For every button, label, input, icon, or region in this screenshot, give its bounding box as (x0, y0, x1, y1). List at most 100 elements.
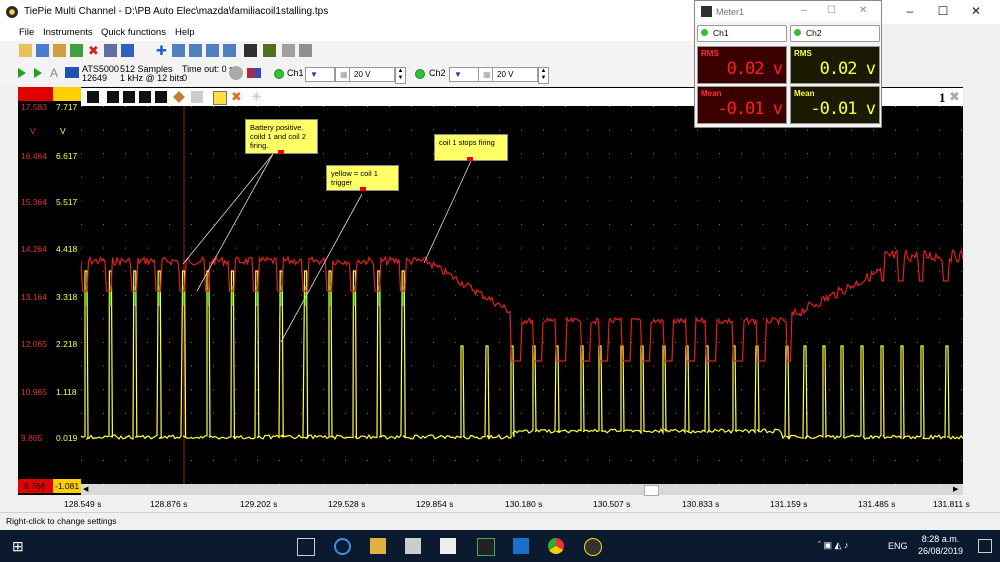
task-view-icon[interactable] (297, 538, 315, 556)
ch2-y-tick: 5.517 (56, 197, 78, 207)
open-folder-icon[interactable] (19, 44, 32, 57)
zoom-in-icon[interactable] (107, 91, 119, 103)
chart-icon[interactable] (172, 44, 185, 57)
x-tick: 130.507 s (593, 499, 631, 509)
chart-compare-icon[interactable] (223, 44, 236, 57)
mail-icon[interactable] (53, 44, 66, 57)
store-icon[interactable] (405, 538, 421, 554)
ch2-header-badge (53, 87, 81, 101)
ch2-y-tick: 6.617 (56, 151, 78, 161)
language-indicator[interactable]: ENG (888, 541, 908, 551)
x-tick: 129.854 s (416, 499, 454, 509)
annotation-note[interactable]: coil 1 stops firing (434, 134, 508, 161)
ch1-y-tick: 10.965 (21, 387, 47, 397)
module-icon[interactable] (263, 44, 276, 57)
settings-icon[interactable]: ✳ (251, 90, 262, 103)
mail-app-icon[interactable] (440, 538, 456, 554)
ch2-range-select[interactable]: 20 V (492, 67, 538, 82)
timeout-label: Time out: 0 s (182, 64, 234, 74)
edge-browser-icon[interactable] (334, 538, 351, 555)
waveform-plot[interactable] (81, 106, 963, 484)
annotation-handle[interactable] (360, 187, 366, 191)
ch2-coupling-icon: ▼ (454, 70, 462, 79)
tools-icon[interactable] (282, 44, 295, 57)
settings-icon[interactable] (121, 44, 134, 57)
instrument-icon[interactable] (244, 44, 257, 57)
windows-start-icon[interactable]: ⊞ (12, 538, 28, 554)
menu-file[interactable]: File (19, 27, 34, 38)
sample-rate-label[interactable]: 1 kHz @ 12 bits (120, 74, 184, 83)
annotation-text: yellow = coil 1 trigger (331, 169, 378, 187)
clock-time[interactable]: 8:28 a.m. (913, 534, 968, 544)
delete-icon[interactable]: ✖ (87, 44, 100, 57)
scroll-thumb[interactable] (644, 485, 659, 496)
ch1-mean-value: -0.01 v (717, 99, 783, 119)
file-explorer-icon[interactable] (370, 538, 386, 554)
ch1-range-stepper[interactable]: ▲ ▼ (395, 67, 406, 84)
meter-ch1-tab[interactable]: Ch1 (697, 25, 787, 42)
run-icon[interactable] (18, 68, 26, 78)
horizontal-scrollbar[interactable]: ◀ ▶ (81, 484, 963, 496)
scope-app-icon[interactable] (477, 538, 495, 556)
ch1-enable-icon[interactable] (274, 69, 284, 79)
config-icon[interactable] (299, 44, 312, 57)
annotation-note[interactable]: yellow = coil 1 trigger (326, 165, 399, 191)
instrument-device-icon[interactable] (65, 67, 79, 78)
chart-edit-icon[interactable] (206, 44, 219, 57)
add-icon[interactable]: ✚ (155, 44, 168, 57)
single-run-icon[interactable] (34, 68, 42, 78)
ch1-y-tick: 13.164 (21, 292, 47, 302)
maximize-button[interactable]: ☐ (933, 3, 953, 19)
system-tray-icons[interactable]: ˆ ▣ ◭ ♪ (818, 540, 848, 551)
auto-trigger-icon[interactable]: A (50, 66, 58, 80)
chrome-icon[interactable] (548, 538, 564, 554)
meter-title: Meter1 (716, 7, 745, 17)
zoom-fit-icon[interactable] (139, 91, 151, 103)
annotation-handle[interactable] (278, 150, 284, 154)
ch2-bottom-value: -1.081 (55, 481, 80, 491)
pencil-icon[interactable] (173, 91, 185, 103)
print-icon[interactable] (104, 44, 117, 57)
minimize-button[interactable]: – (900, 3, 920, 19)
refresh-icon[interactable] (70, 44, 83, 57)
chart-add-icon[interactable] (189, 44, 202, 57)
save-icon[interactable] (36, 44, 49, 57)
ch1-range-select[interactable]: 20 V (349, 67, 395, 82)
tiepie-app-icon[interactable] (584, 538, 602, 556)
ch2-status-icon (794, 29, 801, 36)
fullscreen-icon[interactable] (191, 91, 203, 103)
display-icon[interactable] (247, 68, 261, 78)
close-button[interactable]: ✕ (966, 3, 986, 19)
ch2-top-value: 7.717 (56, 102, 78, 112)
x-tick: 131.811 s (933, 499, 970, 509)
meter-window[interactable]: Meter1 – ☐ ✕ Ch1 Ch2 RMS 0.02 v RMS 0.02… (694, 0, 882, 128)
scroll-right-icon[interactable]: ▶ (953, 485, 958, 493)
meter-maximize-button[interactable]: ☐ (827, 5, 836, 16)
meter-close-button[interactable]: ✕ (859, 5, 867, 16)
clear-icon[interactable]: ✖ (231, 90, 242, 103)
menu-instruments[interactable]: Instruments (43, 27, 93, 38)
annotation-note[interactable]: Battery positive. coild 1 and coil 2 fir… (245, 119, 318, 154)
cursor-icon[interactable] (87, 91, 99, 103)
annotation-handle[interactable] (467, 157, 473, 161)
x-tick: 128.876 s (150, 499, 188, 509)
ch2-range-stepper[interactable]: ▲ ▼ (538, 67, 549, 84)
menu-help[interactable]: Help (175, 27, 195, 38)
clock-date[interactable]: 26/08/2019 (913, 546, 968, 556)
meter-minimize-button[interactable]: – (801, 5, 807, 16)
instrument-toolbar: A ATS5000 12649 512 Samples 1 kHz @ 12 b… (0, 61, 700, 86)
menu-quick-functions[interactable]: Quick functions (101, 27, 166, 38)
ch1-coupling-select[interactable]: ▼ (305, 67, 335, 82)
zoom-out-icon[interactable] (123, 91, 135, 103)
notifications-icon[interactable] (978, 539, 992, 553)
ch2-enable-icon[interactable] (415, 69, 425, 79)
meter-ch2-tab[interactable]: Ch2 (790, 25, 880, 42)
outlook-icon[interactable] (513, 538, 529, 554)
x-tick: 131.485 s (858, 499, 896, 509)
ch2-coupling-select[interactable]: ▼ (449, 67, 479, 82)
gear-icon[interactable] (229, 66, 243, 80)
measure-icon[interactable] (155, 91, 167, 103)
close-page-icon[interactable]: ✖ (949, 89, 960, 105)
note-icon[interactable] (213, 91, 227, 105)
scroll-left-icon[interactable]: ◀ (83, 485, 88, 493)
